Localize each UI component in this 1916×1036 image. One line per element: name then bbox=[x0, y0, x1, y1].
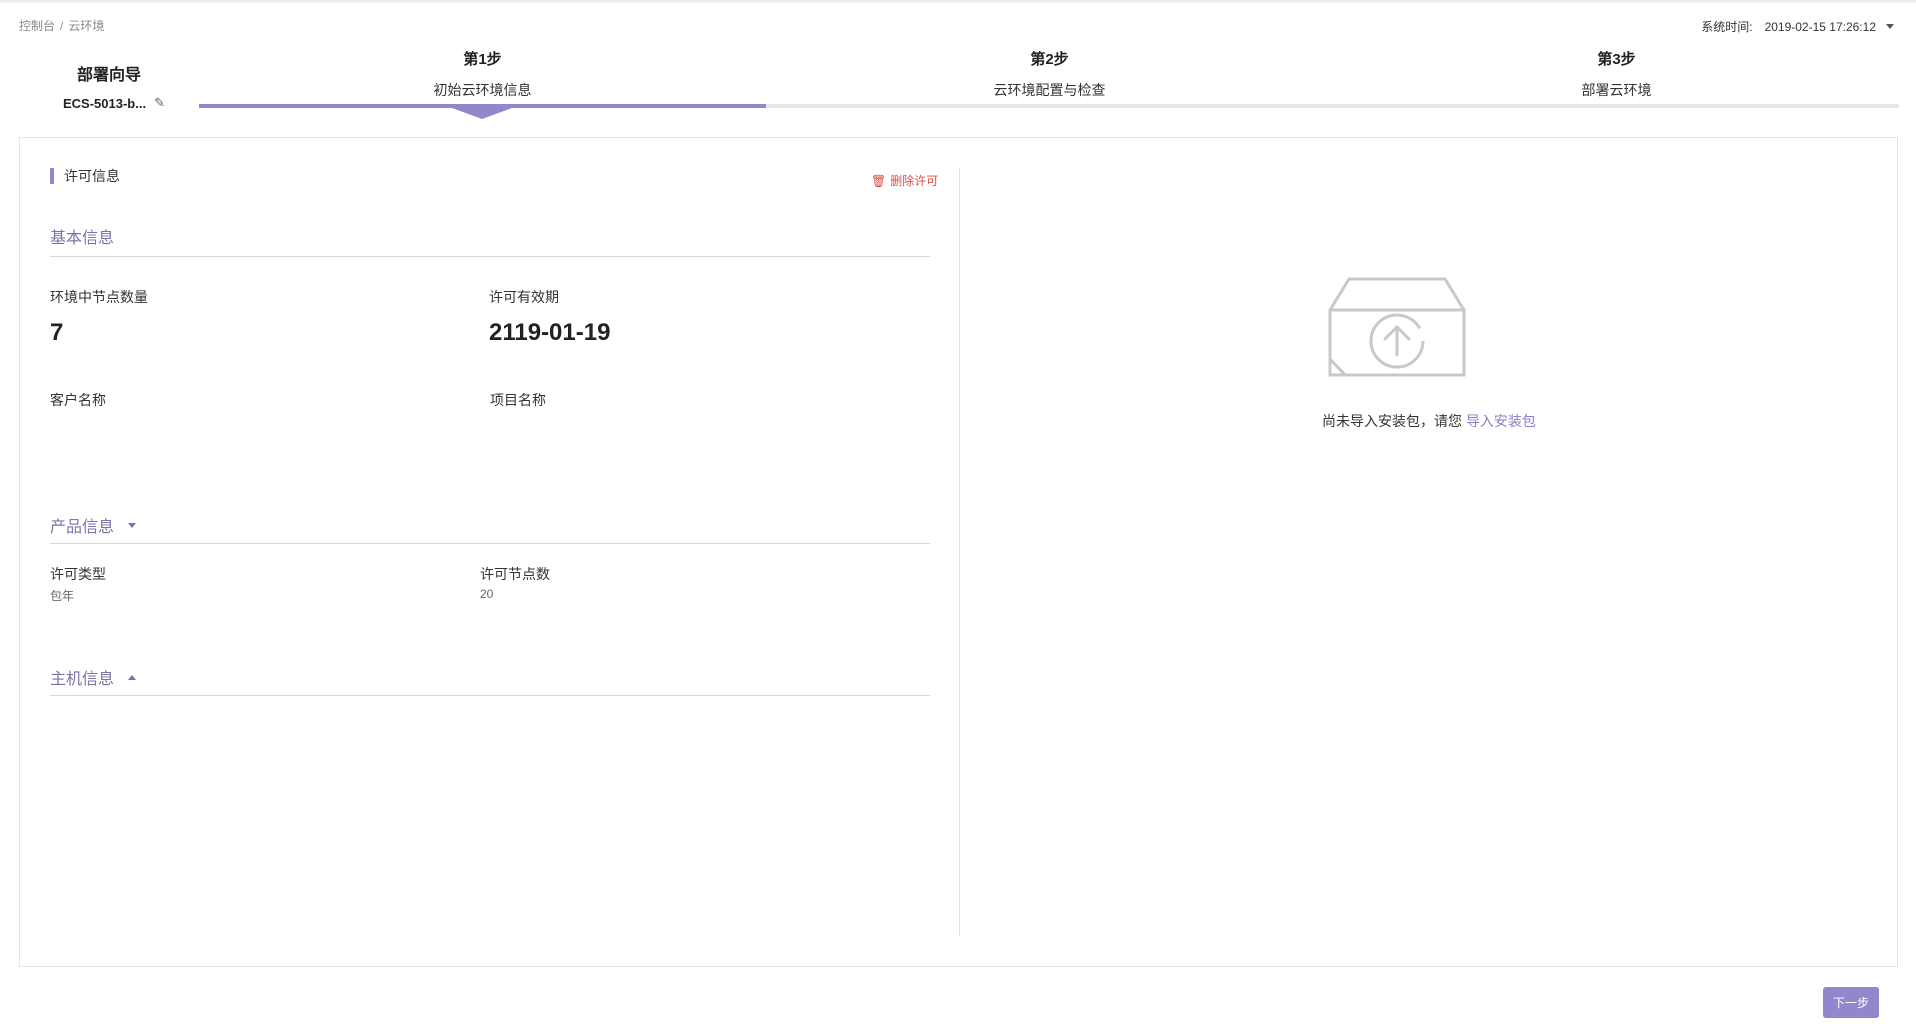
system-time-label: 系统时间: bbox=[1701, 20, 1753, 34]
system-time-value: 2019-02-15 17:26:12 bbox=[1764, 19, 1876, 34]
basic-info-divider bbox=[50, 256, 930, 257]
license-type-value: 包年 bbox=[50, 589, 75, 603]
step-3: 第3步 部署云环境 bbox=[1333, 48, 1900, 100]
caret-down-icon bbox=[128, 522, 137, 528]
product-info-title: 产品信息 bbox=[50, 519, 115, 536]
breadcrumb-separator: / bbox=[60, 19, 64, 33]
license-section-title: 许可信息 bbox=[50, 168, 120, 184]
import-package-link[interactable]: 导入安装包 bbox=[1466, 413, 1536, 429]
wizard-title: 部署向导 bbox=[77, 67, 142, 84]
env-name-text: ECS-5013-b... bbox=[63, 95, 147, 111]
edit-pencil-icon[interactable]: ✎ bbox=[154, 95, 165, 111]
basic-info-title: 基本信息 bbox=[50, 230, 115, 247]
host-info-toggle[interactable]: 主机信息 bbox=[50, 665, 137, 689]
step-1: 第1步 初始云环境信息 bbox=[199, 48, 766, 100]
empty-package-message: 尚未导入安装包，请您 导入安装包 bbox=[960, 411, 1898, 431]
system-time[interactable]: 系统时间: 2019-02-15 17:26:12 bbox=[1701, 18, 1894, 35]
upload-box-icon bbox=[1328, 277, 1466, 377]
empty-package-text: 尚未导入安装包，请您 bbox=[1322, 413, 1463, 429]
step-indicator: 第1步 初始云环境信息 第2步 云环境配置与检查 第3步 部署云环境 bbox=[199, 48, 1899, 122]
product-info-toggle[interactable]: 产品信息 bbox=[50, 513, 137, 537]
license-type-label: 许可类型 bbox=[50, 566, 106, 582]
breadcrumb-item-console[interactable]: 控制台 bbox=[19, 19, 55, 33]
caret-up-icon bbox=[128, 674, 137, 680]
step-1-desc: 初始云环境信息 bbox=[433, 82, 532, 98]
active-step-pointer bbox=[452, 108, 512, 119]
package-panel: 尚未导入安装包，请您 导入安装包 bbox=[960, 138, 1898, 966]
delete-license-label: 删除许可 bbox=[890, 174, 939, 188]
expiry-label: 许可有效期 bbox=[489, 289, 559, 305]
project-name-label: 项目名称 bbox=[490, 392, 546, 408]
license-nodes-value: 20 bbox=[480, 587, 494, 601]
trash-icon: 🗑 bbox=[871, 173, 887, 188]
step-2: 第2步 云环境配置与检查 bbox=[766, 48, 1333, 100]
step-1-number: 第1步 bbox=[463, 51, 502, 68]
breadcrumb-item-cloud-env: 云环境 bbox=[68, 19, 105, 33]
delete-license-button[interactable]: 🗑 删除许可 bbox=[871, 172, 938, 189]
customer-name-label: 客户名称 bbox=[50, 392, 106, 408]
chevron-down-icon[interactable] bbox=[1886, 24, 1894, 29]
step-3-number: 第3步 bbox=[1597, 51, 1636, 68]
breadcrumb: 控制台 / 云环境 bbox=[19, 17, 104, 34]
step-2-desc: 云环境配置与检查 bbox=[993, 82, 1106, 98]
step-3-desc: 部署云环境 bbox=[1581, 82, 1652, 98]
license-nodes-label: 许可节点数 bbox=[480, 566, 550, 582]
next-step-button[interactable]: 下一步 bbox=[1823, 987, 1879, 1018]
main-card: 许可信息 🗑 删除许可 基本信息 环境中节点数量 7 许可有效期 2119-01… bbox=[19, 137, 1898, 967]
license-panel: 许可信息 🗑 删除许可 基本信息 环境中节点数量 7 许可有效期 2119-01… bbox=[20, 138, 960, 966]
expiry-value: 2119-01-19 bbox=[489, 319, 611, 346]
env-name: ECS-5013-b... ✎ bbox=[63, 95, 165, 111]
top-shadow-bar bbox=[0, 0, 1916, 4]
host-info-divider bbox=[50, 695, 930, 696]
product-info-divider bbox=[50, 543, 930, 544]
node-count-value: 7 bbox=[50, 319, 64, 346]
step-2-number: 第2步 bbox=[1030, 51, 1069, 68]
host-info-title: 主机信息 bbox=[50, 671, 115, 688]
node-count-label: 环境中节点数量 bbox=[50, 289, 148, 305]
